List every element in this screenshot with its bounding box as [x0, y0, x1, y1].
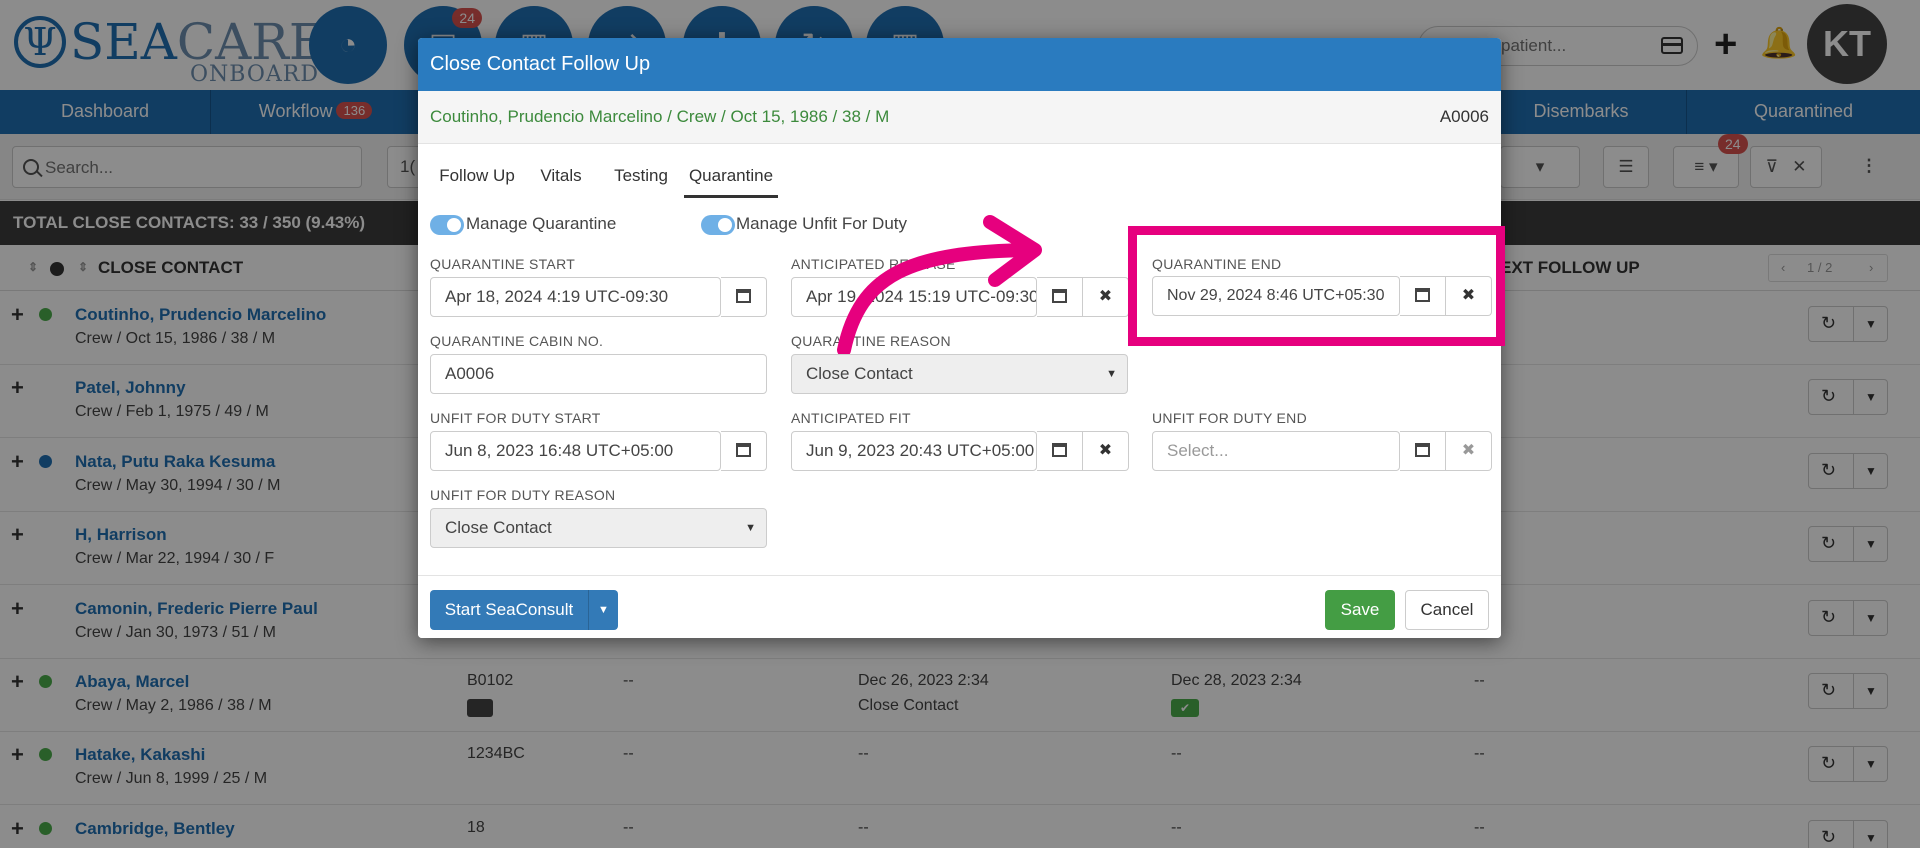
- anticipated-fit-input[interactable]: Jun 9, 2023 20:43 UTC+05:00: [791, 431, 1037, 471]
- quarantine-end-label: QUARANTINE END: [1152, 256, 1282, 272]
- tab-quarantine[interactable]: Quarantine: [684, 158, 778, 198]
- patient-info: Coutinho, Prudencio Marcelino / Crew / O…: [430, 107, 890, 126]
- unfit-start-input[interactable]: Jun 8, 2023 16:48 UTC+05:00: [430, 431, 721, 471]
- anticipated-release-clear[interactable]: ✖: [1083, 277, 1129, 317]
- start-seaconsult-button[interactable]: Start SeaConsult: [430, 590, 588, 630]
- quarantine-end-clear[interactable]: ✖: [1446, 276, 1492, 316]
- caret-down-icon: ▼: [1106, 368, 1117, 380]
- cancel-button[interactable]: Cancel: [1405, 590, 1489, 630]
- tab-vitals[interactable]: Vitals: [524, 158, 598, 198]
- close-icon: ✖: [1461, 442, 1476, 459]
- patient-id: A0006: [1439, 107, 1489, 126]
- annotation-arrow: [837, 215, 1042, 354]
- quarantine-start-input[interactable]: Apr 18, 2024 4:19 UTC-09:30: [430, 277, 721, 317]
- calendar-icon: [1415, 288, 1430, 302]
- tab-testing[interactable]: Testing: [598, 158, 684, 198]
- calendar-icon: [1415, 443, 1430, 457]
- calendar-icon: [1052, 443, 1067, 457]
- quarantine-end-input[interactable]: Nov 29, 2024 8:46 UTC+05:30: [1152, 276, 1400, 316]
- manage-quarantine-toggle[interactable]: [430, 215, 464, 235]
- unfit-reason-select[interactable]: Close Contact ▼: [430, 508, 767, 548]
- unfit-end-clear[interactable]: ✖: [1446, 431, 1492, 471]
- quarantine-end-calendar[interactable]: [1400, 276, 1446, 316]
- quarantine-start-label: QUARANTINE START: [430, 256, 576, 272]
- modal-title: Close Contact Follow Up: [418, 38, 1501, 91]
- unfit-start-label: UNFIT FOR DUTY START: [430, 410, 601, 426]
- calendar-icon: [736, 443, 751, 457]
- quarantine-start-calendar[interactable]: [721, 277, 767, 317]
- close-icon: ✖: [1098, 288, 1113, 305]
- unfit-start-calendar[interactable]: [721, 431, 767, 471]
- anticipated-fit-label: ANTICIPATED FIT: [791, 410, 911, 426]
- quarantine-cabin-label: QUARANTINE CABIN NO.: [430, 333, 604, 349]
- anticipated-fit-clear[interactable]: ✖: [1083, 431, 1129, 471]
- unfit-end-label: UNFIT FOR DUTY END: [1152, 410, 1307, 426]
- close-icon: ✖: [1098, 442, 1113, 459]
- manage-unfit-toggle[interactable]: [701, 215, 735, 235]
- seaconsult-dropdown-toggle[interactable]: ▼: [588, 590, 618, 630]
- anticipated-fit-calendar[interactable]: [1037, 431, 1083, 471]
- save-button[interactable]: Save: [1325, 590, 1395, 630]
- modal-footer: Start SeaConsult ▼ Save Cancel: [418, 575, 1501, 638]
- unfit-end-calendar[interactable]: [1400, 431, 1446, 471]
- patient-bar: Coutinho, Prudencio Marcelino / Crew / O…: [418, 91, 1501, 144]
- quarantine-end-highlight: QUARANTINE END Nov 29, 2024 8:46 UTC+05:…: [1128, 226, 1505, 346]
- quarantine-reason-select[interactable]: Close Contact ▼: [791, 354, 1128, 394]
- tab-follow-up[interactable]: Follow Up: [430, 158, 524, 198]
- quarantine-cabin-input[interactable]: A0006: [430, 354, 767, 394]
- unfit-end-input[interactable]: Select...: [1152, 431, 1400, 471]
- calendar-icon: [736, 289, 751, 303]
- caret-down-icon: ▼: [598, 604, 609, 616]
- caret-down-icon: ▼: [745, 522, 756, 534]
- unfit-reason-label: UNFIT FOR DUTY REASON: [430, 487, 616, 503]
- close-icon: ✖: [1461, 287, 1476, 304]
- manage-quarantine-label: Manage Quarantine: [466, 214, 617, 233]
